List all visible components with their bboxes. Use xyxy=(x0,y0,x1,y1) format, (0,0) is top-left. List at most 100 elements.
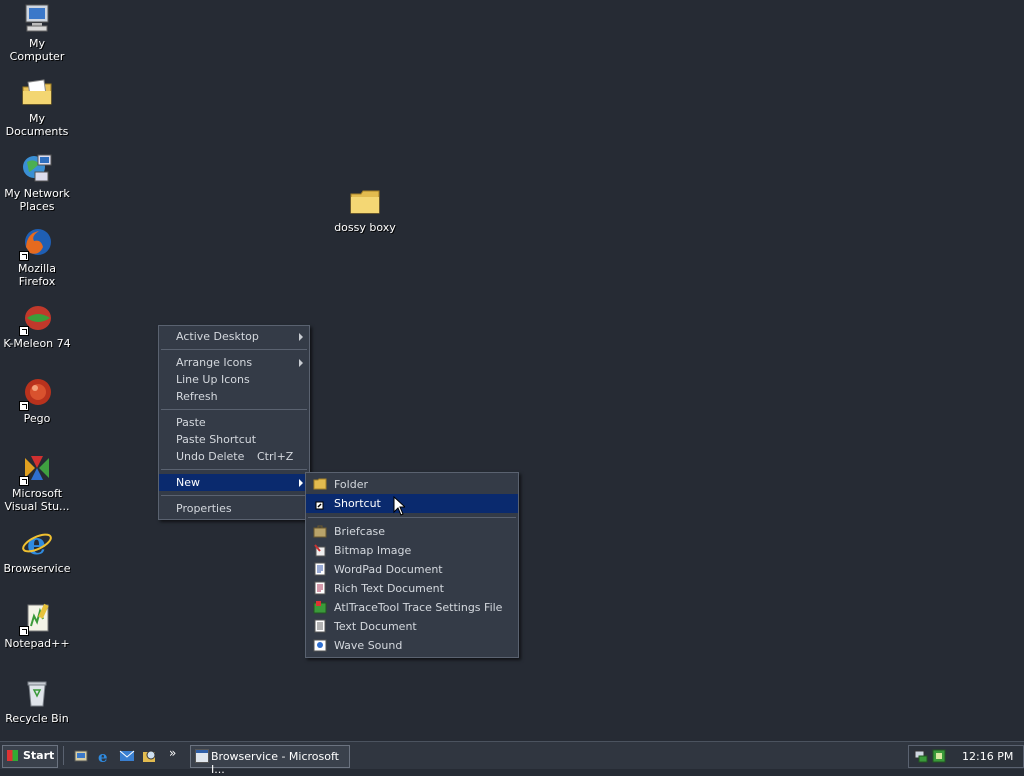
menu-item-label: New xyxy=(176,476,200,489)
desktop-icon-label: Pego xyxy=(23,412,51,425)
shortcut-arrow-icon xyxy=(19,476,29,486)
taskbar-button-label: Browservice - Microsoft I... xyxy=(211,750,339,776)
taskbar: Start e » Browservice - Microsoft I... 1… xyxy=(0,741,1024,776)
menu-item-undo-delete[interactable]: Undo Delete Ctrl+Z xyxy=(159,448,309,465)
quicklaunch-overflow-icon[interactable]: » xyxy=(169,746,176,760)
quicklaunch-outlook-icon[interactable] xyxy=(119,748,135,764)
menu-item-label: Briefcase xyxy=(334,525,386,538)
desktop-folder-dossy-boxy[interactable]: dossy boxy xyxy=(328,186,402,234)
menu-item-arrange-icons[interactable]: Arrange Icons xyxy=(159,354,309,371)
shortcut-icon xyxy=(313,496,327,510)
tray-app-icon[interactable] xyxy=(932,749,946,766)
desktop-icon-label: Mozilla Firefox xyxy=(18,262,56,288)
desktop-icon-label: My Computer xyxy=(9,37,65,63)
desktop-icon-notepadpp[interactable]: Notepad++ xyxy=(0,602,74,650)
menu-separator xyxy=(308,517,516,518)
menu-item-label: WordPad Document xyxy=(334,563,443,576)
notepadpp-icon xyxy=(19,602,53,636)
desktop-icon-recycle-bin[interactable]: Recycle Bin xyxy=(0,677,74,725)
text-document-icon xyxy=(313,619,327,633)
quicklaunch-internet-explorer-icon[interactable]: e xyxy=(96,748,112,766)
menu-item-shortcut: Ctrl+Z xyxy=(257,450,294,463)
menu-item-label: Undo Delete xyxy=(176,450,245,463)
desktop-icon-label: dossy boxy xyxy=(334,221,396,234)
menu-item-active-desktop[interactable]: Active Desktop xyxy=(159,328,309,345)
desktop-icon-pego[interactable]: Pego xyxy=(0,377,74,425)
new-submenu: Folder Shortcut Briefcase Bitmap Image W… xyxy=(305,472,519,658)
start-label: Start xyxy=(23,749,55,762)
menu-separator xyxy=(161,469,307,470)
folder-icon xyxy=(349,186,381,218)
menu-item-label: Folder xyxy=(334,478,368,491)
firefox-icon xyxy=(19,227,53,261)
desktop-icon-browservice[interactable]: e Browservice xyxy=(0,527,74,575)
network-places-icon xyxy=(21,152,53,184)
wordpad-icon xyxy=(313,562,327,576)
menu-item-label: Paste xyxy=(176,416,206,429)
wave-sound-icon xyxy=(313,638,327,652)
trace-settings-icon xyxy=(313,600,327,614)
browser-window-icon xyxy=(195,749,209,766)
tray-network-icon[interactable] xyxy=(914,749,928,766)
submenu-item-briefcase[interactable]: Briefcase xyxy=(306,522,518,541)
submenu-arrow-icon xyxy=(299,333,303,341)
menu-item-properties[interactable]: Properties xyxy=(159,500,309,517)
briefcase-icon xyxy=(313,524,327,538)
menu-item-label: Paste Shortcut xyxy=(176,433,257,446)
shortcut-arrow-icon xyxy=(19,626,29,636)
desktop-icon-label: My Documents xyxy=(5,112,69,138)
desktop-context-menu: Active Desktop Arrange Icons Line Up Ico… xyxy=(158,325,310,520)
bitmap-icon xyxy=(313,543,327,557)
menu-item-label: Text Document xyxy=(334,620,417,633)
svg-text:e: e xyxy=(98,748,108,764)
submenu-item-text-document[interactable]: Text Document xyxy=(306,617,518,636)
desktop-icon-my-computer[interactable]: My Computer xyxy=(0,2,74,63)
documents-folder-icon xyxy=(21,77,53,109)
quicklaunch-search-icon[interactable] xyxy=(142,748,158,764)
clock[interactable]: 12:16 PM xyxy=(962,750,1013,763)
desktop-icon-label: My Network Places xyxy=(4,187,70,213)
menu-separator xyxy=(161,349,307,350)
menu-item-label: Active Desktop xyxy=(176,330,259,343)
taskbar-button-browservice[interactable]: Browservice - Microsoft I... xyxy=(190,745,350,776)
submenu-item-folder[interactable]: Folder xyxy=(306,475,518,494)
menu-item-label: Shortcut xyxy=(334,497,381,510)
menu-item-label: AtlTraceTool Trace Settings File xyxy=(334,601,503,614)
menu-item-label: Properties xyxy=(176,502,232,515)
submenu-item-rich-text-document[interactable]: Rich Text Document xyxy=(306,579,518,598)
menu-item-new[interactable]: New xyxy=(159,474,309,491)
menu-item-label: Bitmap Image xyxy=(334,544,412,557)
recycle-bin-icon xyxy=(21,677,53,709)
menu-item-paste[interactable]: Paste xyxy=(159,414,309,431)
menu-item-paste-shortcut[interactable]: Paste Shortcut xyxy=(159,431,309,448)
menu-separator xyxy=(161,409,307,410)
menu-item-label: Wave Sound xyxy=(334,639,403,652)
submenu-arrow-icon xyxy=(299,479,303,487)
menu-item-line-up-icons[interactable]: Line Up Icons xyxy=(159,371,309,388)
menu-item-refresh[interactable]: Refresh xyxy=(159,388,309,405)
start-button[interactable]: Start xyxy=(2,745,58,768)
mouse-cursor-icon xyxy=(393,495,407,519)
desktop-icon-kmeleon[interactable]: K-Meleon 74 xyxy=(0,302,74,350)
shortcut-arrow-icon xyxy=(19,251,29,261)
folder-icon xyxy=(313,477,327,491)
desktop-icon-my-documents[interactable]: My Documents xyxy=(0,77,74,138)
submenu-item-atltrace-settings[interactable]: AtlTraceTool Trace Settings File xyxy=(306,598,518,617)
submenu-item-bitmap-image[interactable]: Bitmap Image xyxy=(306,541,518,560)
pego-icon xyxy=(19,377,53,411)
desktop-icon-visual-studio[interactable]: Microsoft Visual Stu... xyxy=(0,452,74,513)
kmeleon-icon xyxy=(19,302,53,336)
desktop-icon-label: Notepad++ xyxy=(4,637,70,650)
submenu-item-shortcut[interactable]: Shortcut xyxy=(306,494,518,513)
menu-separator xyxy=(161,495,307,496)
internet-explorer-icon: e xyxy=(21,527,53,562)
svg-text:e: e xyxy=(27,527,46,559)
desktop-icon-firefox[interactable]: Mozilla Firefox xyxy=(0,227,74,288)
quicklaunch-show-desktop-icon[interactable] xyxy=(73,748,89,764)
submenu-item-wave-sound[interactable]: Wave Sound xyxy=(306,636,518,655)
shortcut-arrow-icon xyxy=(19,326,29,336)
submenu-item-wordpad-document[interactable]: WordPad Document xyxy=(306,560,518,579)
menu-item-label: Refresh xyxy=(176,390,218,403)
taskbar-separator xyxy=(63,746,64,765)
desktop-icon-network-places[interactable]: My Network Places xyxy=(0,152,74,213)
